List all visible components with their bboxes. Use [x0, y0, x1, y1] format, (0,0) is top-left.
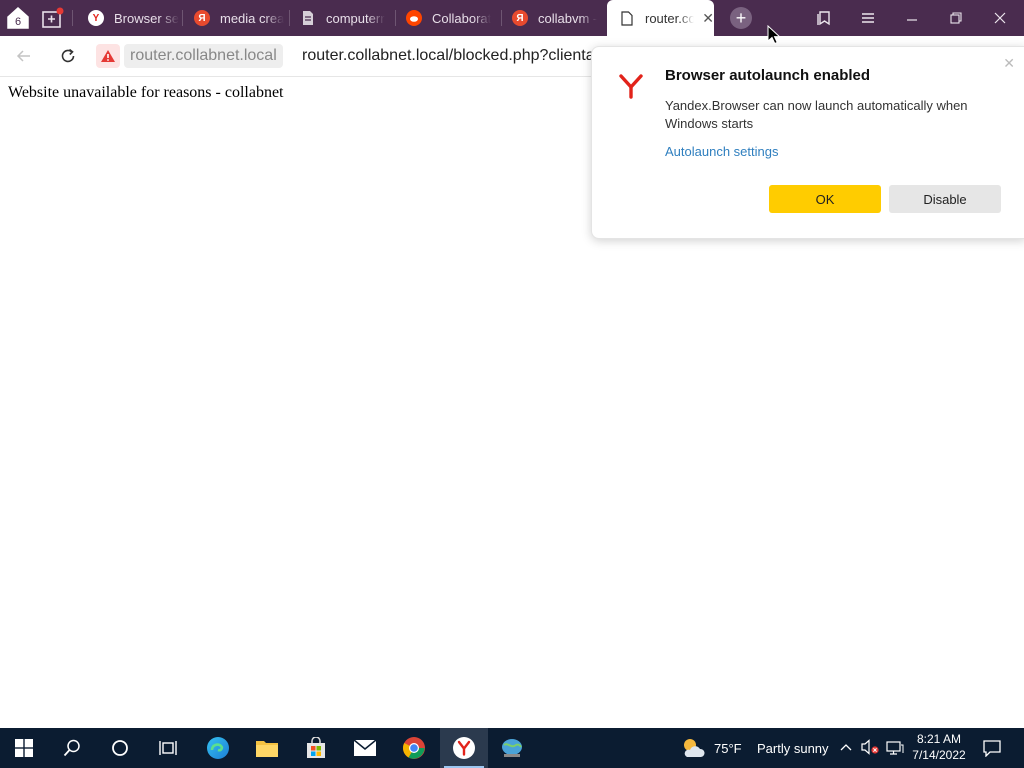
reddit-icon: [406, 10, 422, 26]
tab-counter: 6: [15, 16, 21, 28]
tab-computerr[interactable]: computerr: [288, 0, 394, 36]
chrome-button[interactable]: [390, 728, 438, 768]
yandex-logo-icon: [619, 74, 643, 99]
close-popup-icon[interactable]: ✕: [1003, 55, 1015, 72]
close-tab-icon[interactable]: ✕: [702, 10, 714, 27]
new-tab-button[interactable]: +: [730, 7, 752, 29]
yandex-icon: Y: [88, 10, 104, 26]
minimize-icon: [907, 19, 917, 21]
url-text[interactable]: router.collabnet.local/blocked.php?clien…: [302, 44, 592, 68]
cortana-button[interactable]: [96, 728, 144, 768]
tab-bar: 6 Y Browser se Я media crea computerr Co…: [0, 0, 1024, 36]
yandex-taskbar-button[interactable]: [440, 728, 488, 768]
tab-separator: [72, 10, 73, 26]
page-message: Website unavailable for reasons - collab…: [8, 84, 284, 101]
document-icon: [300, 10, 316, 26]
domain-chip[interactable]: router.collabnet.local: [124, 44, 283, 68]
tab-list-button[interactable]: [38, 4, 66, 32]
disable-button[interactable]: Disable: [889, 185, 1001, 213]
clock-time: 8:21 AM: [916, 732, 962, 746]
edge-taskbar-button[interactable]: [194, 728, 242, 768]
file-explorer-button[interactable]: [243, 728, 291, 768]
tab-title: computerr: [326, 10, 385, 26]
mouse-cursor-icon: [767, 25, 781, 45]
tab-title: collabvm -: [538, 10, 598, 26]
hamburger-icon: [862, 13, 874, 23]
search-icon: [63, 739, 80, 757]
bookmarks-button[interactable]: [802, 0, 846, 36]
network-app-button[interactable]: [488, 728, 536, 768]
popup-title: Browser autolaunch enabled: [665, 67, 871, 84]
chevron-up-icon[interactable]: [840, 742, 852, 752]
action-center-icon[interactable]: [983, 739, 1001, 757]
page-icon: [619, 10, 635, 26]
tab-media-creation[interactable]: Я media crea: [182, 0, 288, 36]
clock-date: 7/14/2022: [912, 748, 966, 762]
yandex-ya-icon: Я: [512, 10, 528, 26]
restore-icon: [950, 12, 962, 24]
search-button[interactable]: [48, 728, 96, 768]
mail-icon: [353, 739, 377, 756]
edge-icon: [207, 737, 229, 759]
cortana-circle-icon: [112, 740, 128, 756]
popup-body: Yandex.Browser can now launch automatica…: [665, 98, 968, 131]
tabs-notification-icon: [42, 7, 64, 28]
collections-icon: [817, 11, 830, 26]
close-icon: [994, 12, 1006, 24]
start-button[interactable]: [0, 728, 48, 768]
tab-title: Collaborat: [432, 10, 492, 26]
security-warning-button[interactable]: [96, 44, 120, 68]
folder-icon: [256, 741, 278, 757]
weather-temperature[interactable]: 75°F: [714, 741, 742, 756]
autolaunch-settings-link[interactable]: Autolaunch settings: [665, 144, 778, 159]
reload-button[interactable]: [56, 44, 80, 68]
reload-icon: [61, 48, 75, 63]
clock[interactable]: 8:21 AM 7/14/2022: [906, 731, 972, 763]
back-arrow-icon: [16, 50, 30, 62]
tab-counter-button[interactable]: 6: [4, 4, 32, 32]
tab-title: router.co: [645, 10, 695, 26]
tab-browser-settings[interactable]: Y Browser se: [76, 0, 180, 36]
weather-condition[interactable]: Partly sunny: [757, 741, 829, 756]
autolaunch-popup: Browser autolaunch enabled Yandex.Browse…: [591, 46, 1024, 239]
network-icon[interactable]: [886, 740, 904, 756]
globe-network-icon: [502, 739, 522, 757]
minimize-button[interactable]: [890, 0, 934, 36]
store-button[interactable]: [292, 728, 340, 768]
ok-button[interactable]: OK: [769, 185, 881, 213]
taskbar: 75°F Partly sunny 8:21 AM 7/14/2022: [0, 728, 1024, 768]
task-view-button[interactable]: [144, 728, 192, 768]
restore-button[interactable]: [934, 0, 978, 36]
plus-icon: +: [735, 8, 747, 28]
yandex-ya-icon: Я: [194, 10, 210, 26]
mail-button[interactable]: [341, 728, 389, 768]
close-window-button[interactable]: [978, 0, 1022, 36]
chrome-icon: [403, 737, 425, 759]
windows-icon: [15, 739, 33, 757]
menu-button[interactable]: [846, 0, 890, 36]
warning-icon: [101, 50, 115, 62]
tab-title: Browser se: [114, 10, 180, 26]
tab-router-active[interactable]: router.co ✕: [607, 0, 714, 36]
back-button[interactable]: [12, 44, 36, 68]
tab-collabvm[interactable]: Я collabvm -: [500, 0, 604, 36]
store-bag-icon: [307, 737, 325, 758]
speaker-muted-icon[interactable]: [861, 739, 879, 755]
weather-partly-sunny-icon: [684, 739, 705, 757]
tab-title: media crea: [220, 10, 285, 26]
tab-collaborate[interactable]: Collaborat: [394, 0, 500, 36]
yandex-browser-icon: [453, 737, 475, 759]
home-icon: 6: [7, 6, 29, 29]
task-view-icon: [159, 741, 177, 755]
